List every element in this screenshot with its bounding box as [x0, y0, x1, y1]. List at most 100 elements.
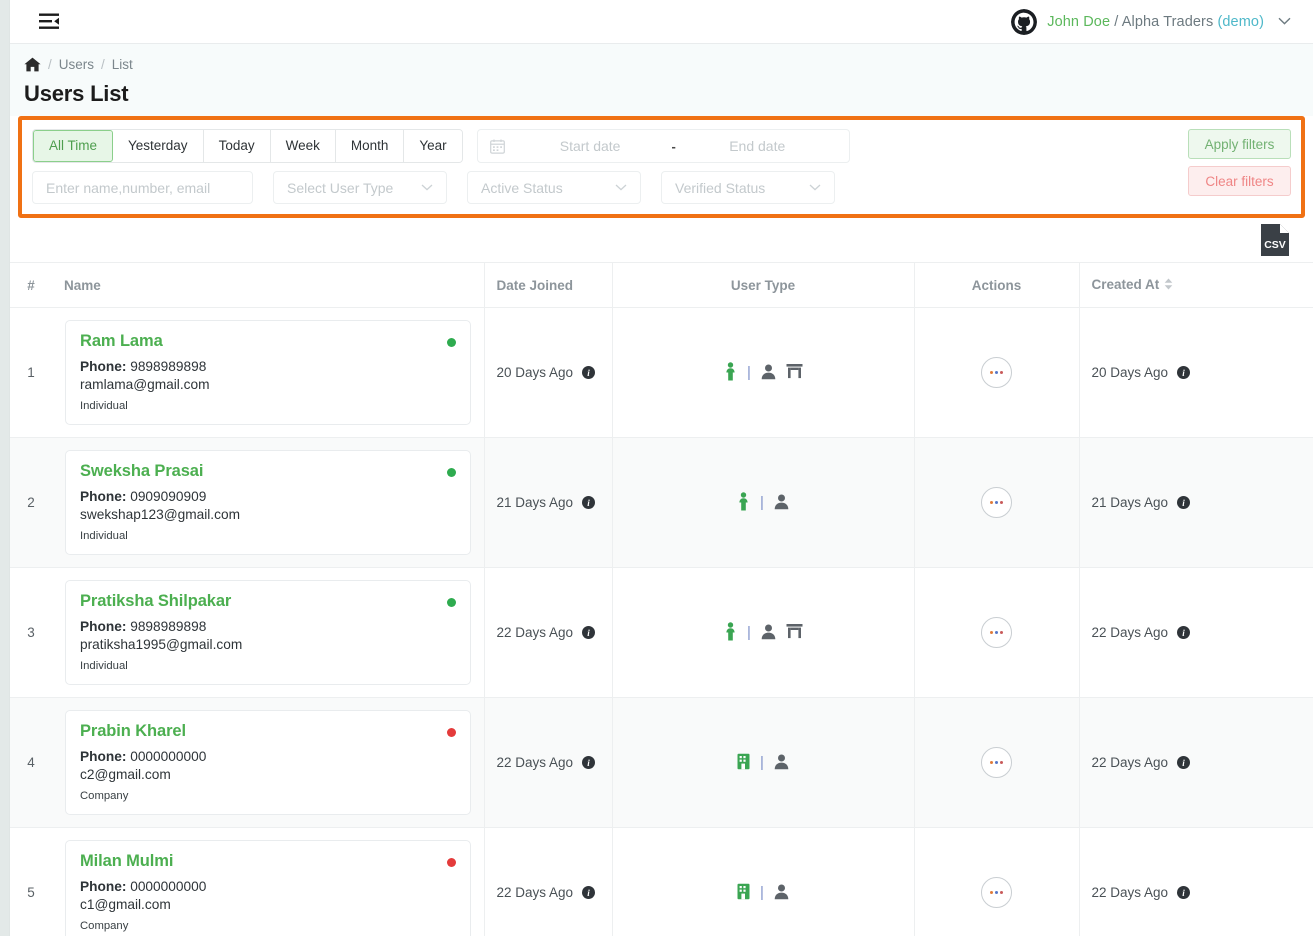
date-range-picker[interactable]: Start date - End date — [476, 129, 850, 163]
filters-row-2: Enter name,number, email Select User Typ… — [32, 171, 1291, 204]
menu-fold-icon[interactable] — [36, 9, 62, 35]
user-phone: Phone: 9898989898 — [80, 359, 456, 374]
row-index: 4 — [10, 697, 52, 828]
building-green-icon — [736, 753, 751, 773]
user-menu[interactable]: John Doe / Alpha Traders (demo) — [1011, 8, 1291, 35]
phone-value: 0000000000 — [130, 749, 207, 764]
info-icon[interactable]: i — [582, 626, 596, 639]
users-table-area: CSV # Name Date Joined User Type Actions — [10, 218, 1313, 936]
date-joined-value: 21 Days Ago — [496, 495, 574, 510]
row-user-type: | — [611, 697, 914, 828]
active-status-select-label: Active Status — [481, 179, 563, 196]
user-card[interactable]: Pratiksha Shilpakar Phone: 9898989898 pr… — [65, 580, 471, 685]
user-email: c2@gmail.com — [80, 767, 171, 782]
range-month[interactable]: Month — [335, 130, 405, 162]
user-kind: Individual — [80, 530, 128, 542]
user-kind: Individual — [80, 660, 128, 672]
range-all-time[interactable]: All Time — [33, 130, 114, 162]
user-phone: Phone: 9898989898 — [80, 619, 456, 634]
column-header-created-at[interactable]: Created At — [1078, 262, 1313, 308]
user-type-select[interactable]: Select User Type — [273, 171, 447, 204]
collapsed-sidebar[interactable] — [0, 0, 10, 936]
table-head: # Name Date Joined User Type Actions Cre… — [10, 262, 1313, 308]
user-email: swekshap123@gmail.com — [80, 507, 240, 522]
row-user-type: | — [611, 567, 914, 698]
status-dot-active — [446, 598, 456, 607]
table-row: 2 Sweksha Prasai Phone: 0909090909 sweks… — [10, 437, 1313, 568]
row-date-joined: 21 Days Ago i — [483, 437, 612, 568]
info-icon[interactable]: i — [582, 756, 596, 769]
ellipsis-icon[interactable] — [981, 487, 1012, 518]
sort-updown-icon[interactable] — [1164, 278, 1173, 293]
user-card[interactable]: Prabin Kharel Phone: 0000000000 c2@gmail… — [65, 710, 471, 815]
date-joined-value: 22 Days Ago — [496, 755, 574, 770]
table-row: 1 Ram Lama Phone: 9898989898 ramlama@gma… — [10, 307, 1313, 438]
search-input[interactable]: Enter name,number, email — [32, 171, 253, 204]
breadcrumb-item-users[interactable]: Users — [59, 57, 94, 72]
row-index: 1 — [10, 307, 52, 438]
user-email: c1@gmail.com — [80, 897, 171, 912]
user-separator: / — [1114, 13, 1119, 30]
user-phone: Phone: 0000000000 — [80, 879, 456, 894]
row-user-type: | — [611, 437, 914, 568]
info-icon[interactable]: i — [1177, 366, 1191, 379]
active-status-select[interactable]: Active Status — [467, 171, 641, 204]
phone-label: Phone: — [80, 749, 127, 764]
user-email: ramlama@gmail.com — [80, 377, 210, 392]
user-card[interactable]: Sweksha Prasai Phone: 0909090909 sweksha… — [65, 450, 471, 555]
person-gray-icon — [773, 493, 790, 513]
row-index: 3 — [10, 567, 52, 698]
csv-export-icon[interactable]: CSV — [1260, 223, 1290, 257]
ellipsis-icon[interactable] — [981, 877, 1012, 908]
type-separator: | — [747, 624, 751, 641]
ellipsis-icon[interactable] — [981, 357, 1012, 388]
info-icon[interactable]: i — [582, 496, 596, 509]
row-created-at: 22 Days Ago i — [1078, 697, 1313, 828]
table-row: 5 Milan Mulmi Phone: 0000000000 c1@gmail… — [10, 827, 1313, 936]
date-joined-value: 20 Days Ago — [496, 365, 574, 380]
ellipsis-icon[interactable] — [981, 747, 1012, 778]
date-joined-value: 22 Days Ago — [496, 625, 574, 640]
row-actions — [913, 437, 1079, 568]
apply-filters-button[interactable]: Apply filters — [1188, 129, 1291, 159]
phone-value: 9898989898 — [130, 359, 207, 374]
info-icon[interactable]: i — [1177, 886, 1191, 899]
row-created-at: 22 Days Ago i — [1078, 567, 1313, 698]
user-name: John Doe — [1047, 13, 1111, 30]
table-body: 1 Ram Lama Phone: 9898989898 ramlama@gma… — [10, 307, 1313, 936]
range-week[interactable]: Week — [270, 130, 336, 162]
organization-name: Alpha Traders — [1121, 13, 1214, 30]
status-dot-active — [446, 468, 456, 477]
info-icon[interactable]: i — [582, 886, 596, 899]
breadcrumb: / Users / List — [24, 54, 1313, 74]
range-today[interactable]: Today — [203, 130, 271, 162]
verified-status-select[interactable]: Verified Status — [661, 171, 835, 204]
info-icon[interactable]: i — [582, 366, 596, 379]
range-year[interactable]: Year — [404, 130, 462, 162]
person-gray-icon — [760, 623, 777, 643]
created-at-value: 22 Days Ago — [1091, 755, 1169, 770]
chevron-down-icon[interactable] — [1278, 16, 1291, 28]
page-column: John Doe / Alpha Traders (demo) / Users … — [10, 0, 1313, 936]
info-icon[interactable]: i — [1177, 756, 1191, 769]
clear-filters-button[interactable]: Clear filters — [1188, 166, 1291, 196]
row-name-cell: Ram Lama Phone: 9898989898 ramlama@gmail… — [52, 307, 484, 438]
range-yesterday[interactable]: Yesterday — [113, 130, 204, 162]
user-name: Prabin Kharel — [80, 722, 186, 740]
date-range-dash: - — [671, 138, 676, 154]
row-created-at: 20 Days Ago i — [1078, 307, 1313, 438]
column-header-index: # — [10, 262, 52, 308]
ellipsis-icon[interactable] — [981, 617, 1012, 648]
info-icon[interactable]: i — [1177, 496, 1191, 509]
breadcrumb-item-list: List — [111, 56, 133, 72]
start-date-input[interactable]: Start date — [511, 138, 670, 154]
user-card[interactable]: Milan Mulmi Phone: 0000000000 c1@gmail.c… — [65, 840, 471, 936]
home-icon[interactable] — [24, 57, 41, 72]
info-icon[interactable]: i — [1177, 626, 1191, 639]
time-range-segmented-control: All Time Yesterday Today Week Month Year — [32, 129, 463, 163]
end-date-input[interactable]: End date — [678, 138, 837, 154]
user-email: pratiksha1995@gmail.com — [80, 637, 243, 652]
created-at-value: 22 Days Ago — [1091, 885, 1169, 900]
user-card[interactable]: Ram Lama Phone: 9898989898 ramlama@gmail… — [65, 320, 471, 425]
phone-value: 0909090909 — [130, 489, 207, 504]
